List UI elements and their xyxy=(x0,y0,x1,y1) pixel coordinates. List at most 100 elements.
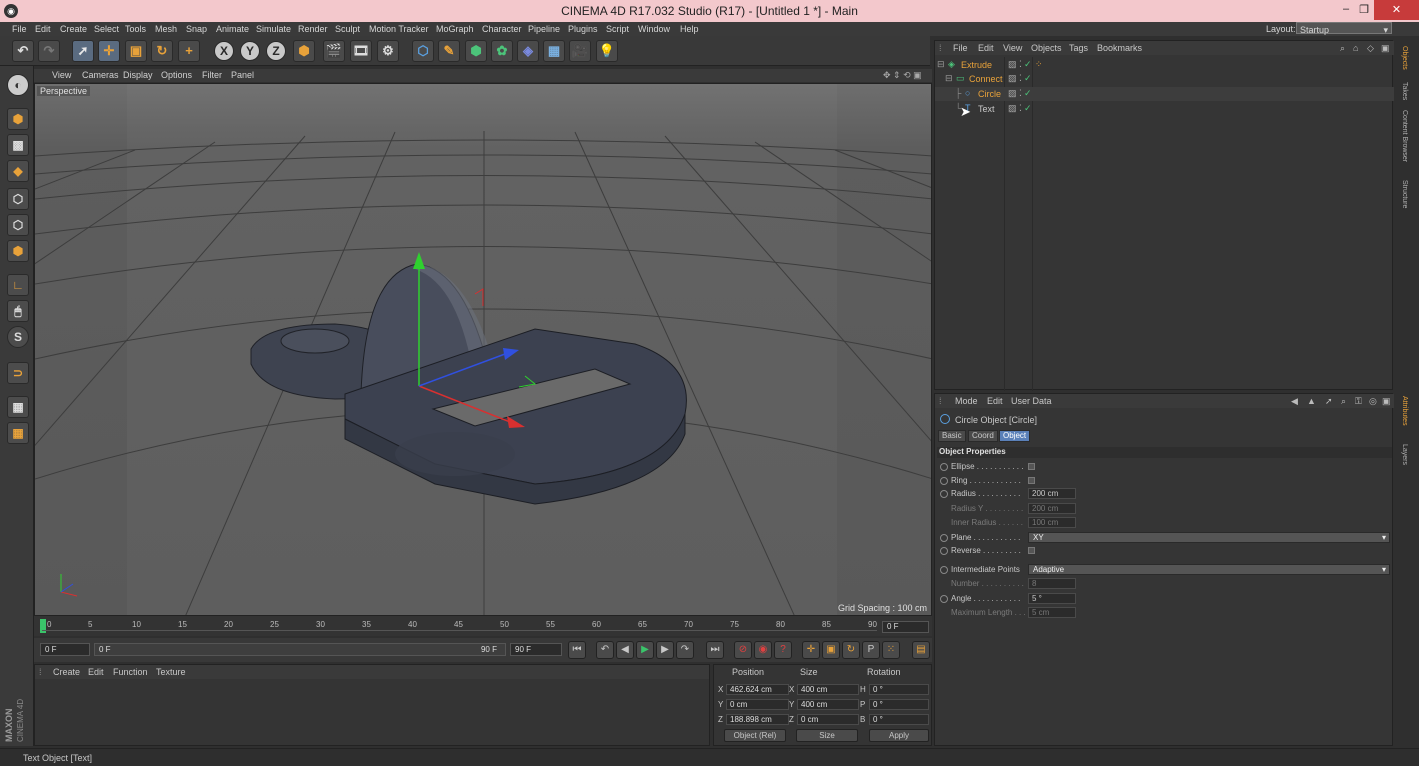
lock-icon[interactable]: ⚿ xyxy=(1355,396,1362,407)
tab-basic[interactable]: Basic xyxy=(938,430,966,442)
animate-radio-icon[interactable] xyxy=(940,463,948,471)
om-menu-bookmarks[interactable]: Bookmarks xyxy=(1097,43,1142,53)
menu-mograph[interactable]: MoGraph xyxy=(436,24,474,34)
object-row-text[interactable]: └ T Text ▨ ⁚ ✓ xyxy=(935,102,1394,116)
ring-checkbox[interactable] xyxy=(1028,477,1035,484)
pos-y-field[interactable]: 0 cm xyxy=(726,699,789,710)
enabled-check-icon[interactable]: ✓ xyxy=(1024,73,1032,84)
menu-plugins[interactable]: Plugins xyxy=(568,24,598,34)
object-name[interactable]: Text xyxy=(978,104,995,114)
menu-edit[interactable]: Edit xyxy=(35,24,51,34)
planar-workplane-icon[interactable]: ▦ xyxy=(7,422,29,444)
edges-mode-icon[interactable]: ⬡ xyxy=(7,214,29,236)
record-point-level-icon[interactable]: ⁙ xyxy=(882,641,900,659)
settings-icon[interactable]: ◎ xyxy=(1369,396,1377,407)
menu-pipeline[interactable]: Pipeline xyxy=(528,24,560,34)
pen-icon[interactable]: ✎ xyxy=(438,40,460,62)
record-parameter-icon[interactable]: P xyxy=(862,641,880,659)
om-menu-objects[interactable]: Objects xyxy=(1031,43,1062,53)
am-menu-edit[interactable]: Edit xyxy=(987,396,1003,406)
mat-menu-create[interactable]: Create xyxy=(53,667,80,677)
rotate-icon[interactable]: ↻ xyxy=(151,40,173,62)
maximum-length-field[interactable]: 5 cm xyxy=(1028,607,1076,618)
make-editable-icon[interactable]: ◐ xyxy=(7,74,29,96)
menu-tools[interactable]: Tools xyxy=(125,24,146,34)
om-menu-view[interactable]: View xyxy=(1003,43,1022,53)
menu-sculpt[interactable]: Sculpt xyxy=(335,24,360,34)
mat-menu-edit[interactable]: Edit xyxy=(88,667,104,677)
menu-create[interactable]: Create xyxy=(60,24,87,34)
autokey-icon[interactable]: ◉ xyxy=(754,641,772,659)
world-coord-icon[interactable]: ⬢ xyxy=(293,40,315,62)
points-mode-icon[interactable]: ⬡ xyxy=(7,188,29,210)
move-icon[interactable]: ✛ xyxy=(98,40,120,62)
scale-icon[interactable]: ▣ xyxy=(125,40,147,62)
pos-x-field[interactable]: 462.624 cm xyxy=(726,684,789,695)
enabled-check-icon[interactable]: ✓ xyxy=(1024,103,1032,114)
enabled-check-icon[interactable]: ✓ xyxy=(1024,59,1032,70)
tag-icon[interactable]: ⁘ xyxy=(1035,59,1043,70)
number-field[interactable]: 8 xyxy=(1028,578,1076,589)
object-name[interactable]: Extrude xyxy=(961,60,992,70)
om-menu-edit[interactable]: Edit xyxy=(978,43,994,53)
vp-menu-options[interactable]: Options xyxy=(161,70,192,80)
magnet-icon[interactable]: ⊃ xyxy=(7,362,29,384)
ellipse-checkbox[interactable] xyxy=(1028,463,1035,470)
animate-radio-icon[interactable] xyxy=(940,477,948,485)
menu-simulate[interactable]: Simulate xyxy=(256,24,291,34)
size-z-field[interactable]: 0 cm xyxy=(797,714,859,725)
cursor-icon[interactable]: ➚ xyxy=(1325,396,1333,407)
om-new-window-icon[interactable]: ▣ xyxy=(1381,43,1390,54)
polygons-mode-icon[interactable]: ⬢ xyxy=(7,240,29,262)
floor-icon[interactable]: ▦ xyxy=(543,40,565,62)
next-key-icon[interactable]: ↷ xyxy=(676,641,694,659)
am-menu-user-data[interactable]: User Data xyxy=(1011,396,1052,406)
menu-render[interactable]: Render xyxy=(298,24,328,34)
om-home-icon[interactable]: ⌂ xyxy=(1353,43,1358,53)
inner-radius-field[interactable]: 100 cm xyxy=(1028,517,1076,528)
back-arrow-icon[interactable]: ◀ xyxy=(1291,396,1298,407)
visibility-dots-icon[interactable]: ▨ ⁚ xyxy=(1008,103,1022,114)
viewport-perspective[interactable]: Perspective Grid Spacing : 100 cm xyxy=(34,83,932,616)
plane-dropdown[interactable]: XY ▾ xyxy=(1028,532,1390,543)
coord-mode-select[interactable]: Object (Rel) xyxy=(724,729,786,742)
animate-radio-icon[interactable] xyxy=(940,490,948,498)
lock-workplane-icon[interactable]: ▦ xyxy=(7,396,29,418)
preview-range-slider[interactable]: 0 F 90 F xyxy=(94,643,506,656)
y-axis-icon[interactable]: Y xyxy=(240,41,260,61)
menu-snap[interactable]: Snap xyxy=(186,24,207,34)
tab-takes[interactable]: Takes xyxy=(1396,82,1408,100)
collapse-icon[interactable]: ⊟ xyxy=(945,73,953,84)
subdivision-icon[interactable]: ⬢ xyxy=(465,40,487,62)
size-x-field[interactable]: 400 cm xyxy=(797,684,859,695)
cloner-icon[interactable]: ✿ xyxy=(491,40,513,62)
rot-b-field[interactable]: 0 ° xyxy=(869,714,929,725)
tab-content-browser[interactable]: Content Browser xyxy=(1396,110,1408,162)
record-icon[interactable]: ⊘ xyxy=(734,641,752,659)
vp-menu-cameras[interactable]: Cameras xyxy=(82,70,119,80)
up-arrow-icon[interactable]: ▲ xyxy=(1307,396,1316,406)
reverse-checkbox[interactable] xyxy=(1028,547,1035,554)
next-frame-icon[interactable]: ▶ xyxy=(656,641,674,659)
x-axis-icon[interactable]: X xyxy=(214,41,234,61)
rot-p-field[interactable]: 0 ° xyxy=(869,699,929,710)
menu-script[interactable]: Script xyxy=(606,24,629,34)
tweak-mode-icon[interactable]: 🖱 xyxy=(7,300,29,322)
object-row-connect[interactable]: ⊟ ▭ Connect ▨ ⁚ ✓ xyxy=(935,72,1394,86)
collapse-icon[interactable]: ⊟ xyxy=(937,59,945,70)
close-icon[interactable]: ✕ xyxy=(1374,0,1419,20)
record-rotation-icon[interactable]: ↻ xyxy=(842,641,860,659)
record-scale-icon[interactable]: ▣ xyxy=(822,641,840,659)
object-row-circle[interactable]: ├ ○ Circle ▨ ⁚ ✓ xyxy=(935,87,1394,101)
minimize-icon[interactable]: – xyxy=(1338,3,1354,17)
vp-menu-view[interactable]: View xyxy=(52,70,71,80)
object-name[interactable]: Circle xyxy=(978,89,1001,99)
enabled-check-icon[interactable]: ✓ xyxy=(1024,88,1032,99)
om-back-icon[interactable]: ◇ xyxy=(1367,43,1374,54)
animate-radio-icon[interactable] xyxy=(940,534,948,542)
menu-motion-tracker[interactable]: Motion Tracker xyxy=(369,24,429,34)
search-icon[interactable]: ⌕ xyxy=(1341,396,1346,407)
menu-select[interactable]: Select xyxy=(94,24,119,34)
menu-animate[interactable]: Animate xyxy=(216,24,249,34)
animate-radio-icon[interactable] xyxy=(940,595,948,603)
